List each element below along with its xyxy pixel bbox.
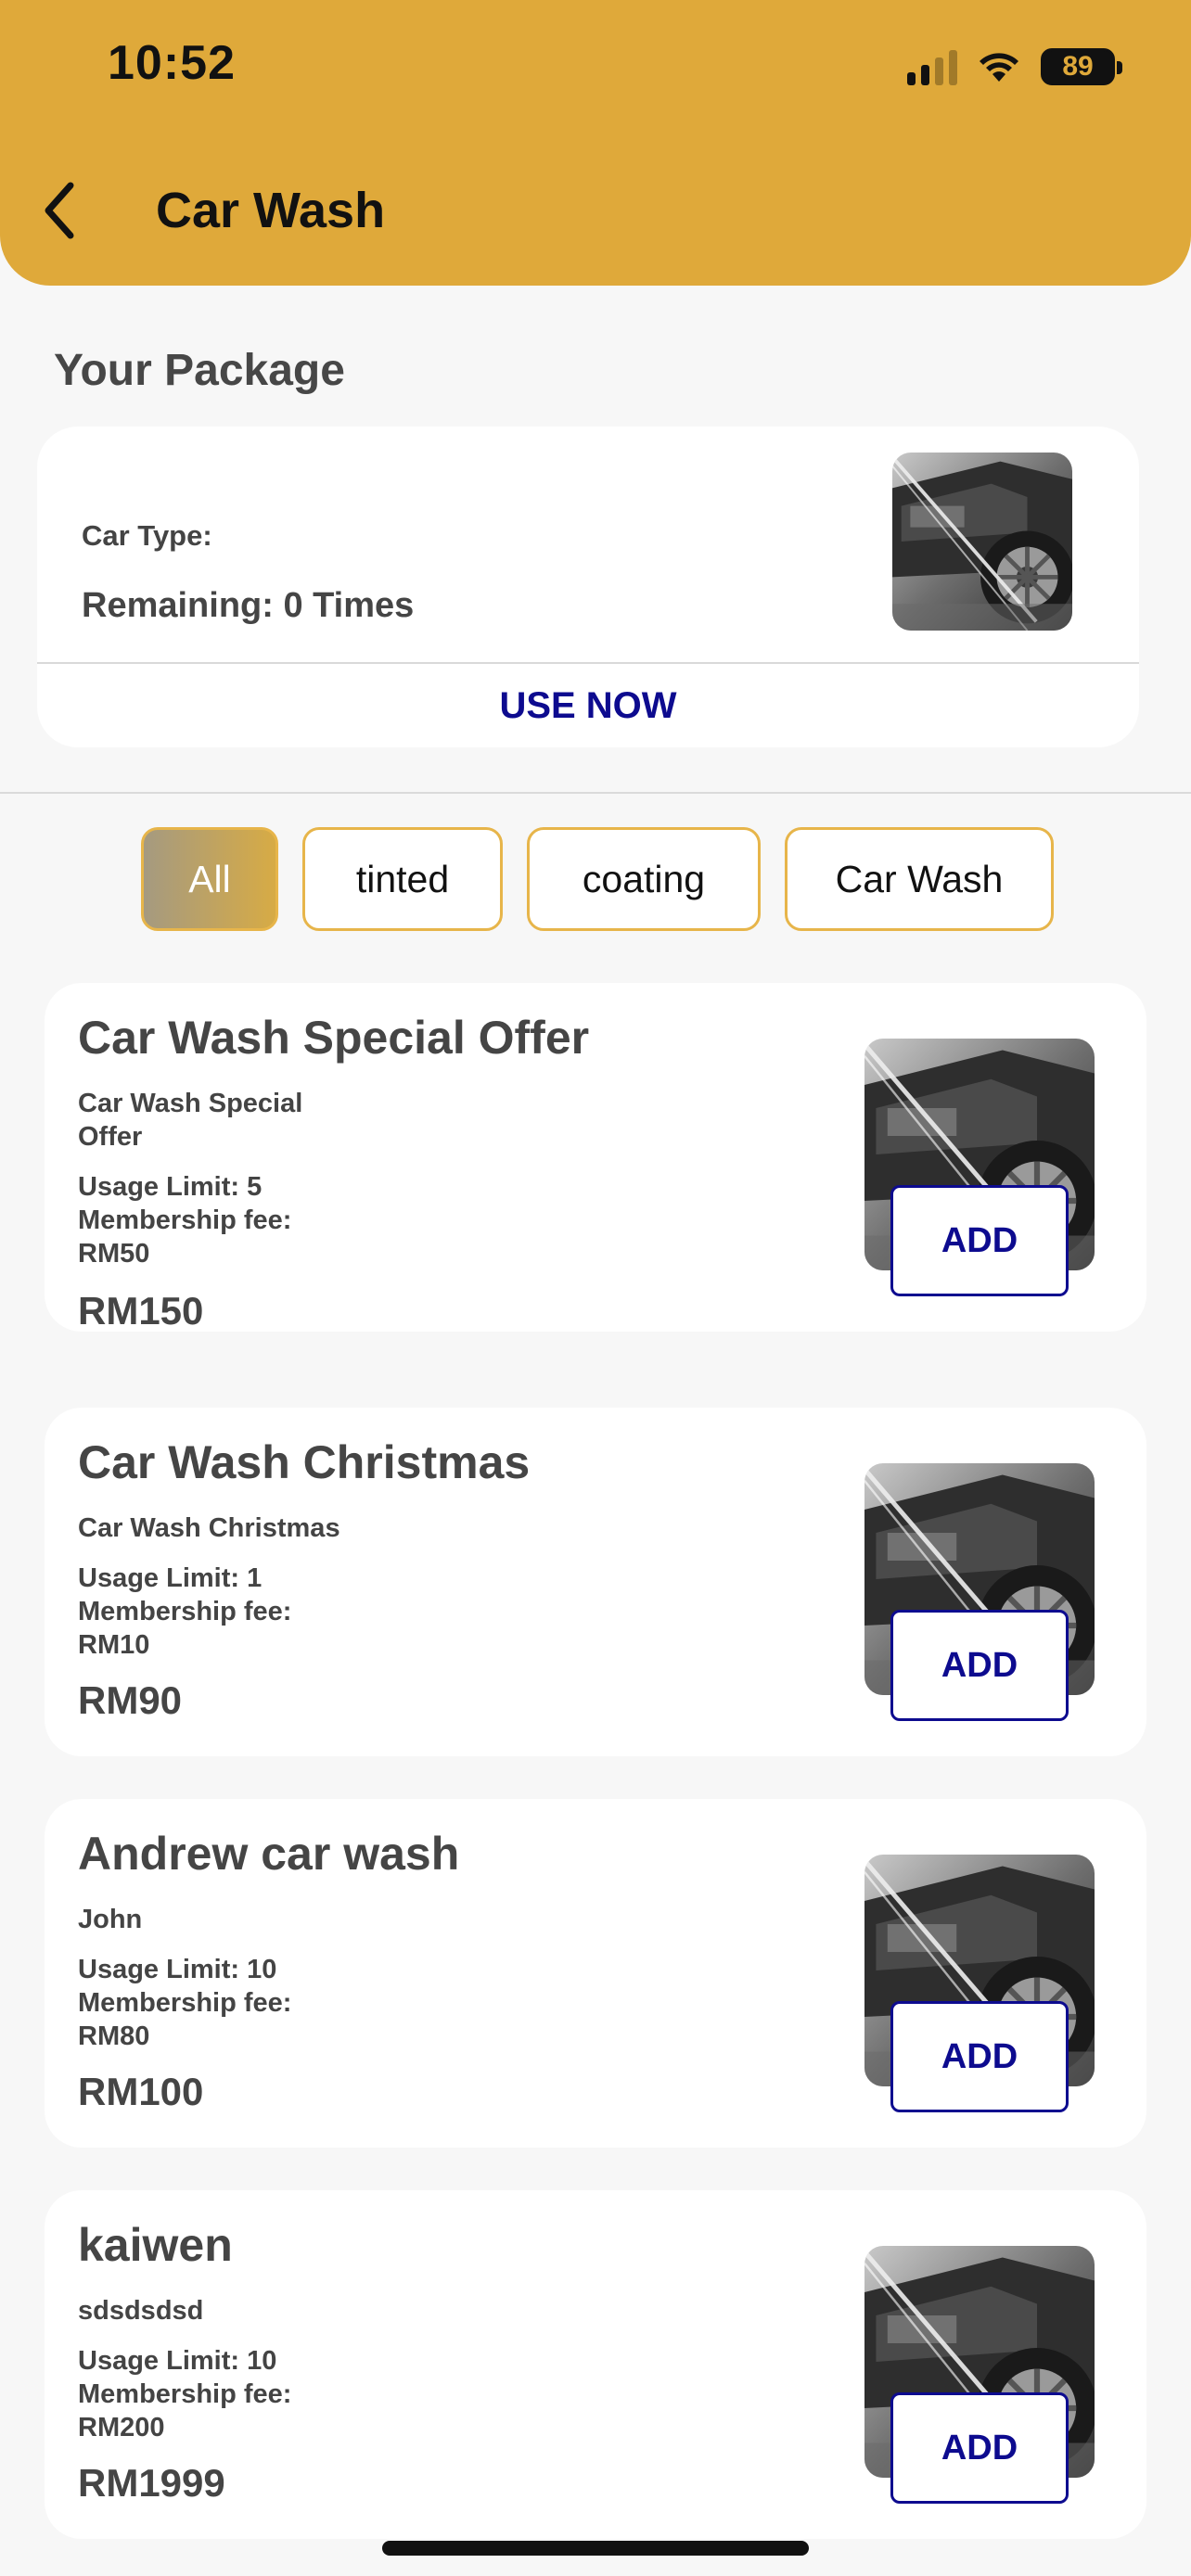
add-button[interactable]: ADD xyxy=(890,1185,1069,1296)
back-chevron-icon[interactable] xyxy=(37,178,83,243)
app-header: 10:52 89 Car Wash xyxy=(0,0,1191,286)
wifi-icon xyxy=(980,53,1018,82)
usage-limit: Usage Limit: 5 xyxy=(78,1172,263,1202)
section-divider xyxy=(0,792,1191,794)
product-title: Car Wash Special Offer xyxy=(78,1012,590,1064)
add-button[interactable]: ADD xyxy=(890,1610,1069,1721)
use-now-button[interactable]: USE NOW xyxy=(37,664,1139,747)
product-description: sdsdsdsd xyxy=(78,2296,204,2326)
product-description: John xyxy=(78,1905,143,1934)
filter-chip-tinted[interactable]: tinted xyxy=(302,827,503,931)
status-icons: 89 xyxy=(907,46,1122,87)
filter-chip-coating[interactable]: coating xyxy=(527,827,761,931)
membership-fee: Membership fee: RM200 xyxy=(78,2379,292,2442)
package-card: Car Type: Remaining: 0 Times USE NOW xyxy=(37,427,1139,747)
membership-fee: Membership fee: RM50 xyxy=(78,1205,292,1269)
product-card: Car Wash Special Offer Car Wash Special … xyxy=(45,983,1146,1333)
car-type-label: Car Type: xyxy=(82,519,212,552)
product-price: RM150 xyxy=(78,1289,204,1333)
usage-limit: Usage Limit: 1 xyxy=(78,1563,263,1593)
usage-limit: Usage Limit: 10 xyxy=(78,1955,277,1984)
product-description: Car Wash Christmas xyxy=(78,1513,340,1543)
remaining-count: Remaining: 0 Times xyxy=(82,586,415,625)
home-indicator xyxy=(382,2541,809,2556)
status-time: 10:52 xyxy=(108,36,236,90)
add-button[interactable]: ADD xyxy=(890,2392,1069,2504)
package-image xyxy=(892,453,1072,631)
page-title: Car Wash xyxy=(156,183,386,238)
your-package-heading: Your Package xyxy=(54,346,345,395)
category-filter-bar: All tinted coating Car Wash xyxy=(141,827,1054,931)
product-card: Andrew car wash John Usage Limit: 10 Mem… xyxy=(45,1799,1146,2148)
usage-limit: Usage Limit: 10 xyxy=(78,2346,277,2376)
product-price: RM100 xyxy=(78,2070,204,2113)
product-description: Car Wash Special Offer xyxy=(78,1089,303,1152)
membership-fee: Membership fee: RM10 xyxy=(78,1597,292,1660)
product-card: Car Wash Christmas Car Wash Christmas Us… xyxy=(45,1408,1146,1756)
cellular-signal-icon xyxy=(907,48,957,85)
filter-chip-car-wash[interactable]: Car Wash xyxy=(785,827,1054,931)
battery-icon: 89 xyxy=(1041,48,1122,85)
add-button[interactable]: ADD xyxy=(890,2001,1069,2112)
product-title: Andrew car wash xyxy=(78,1828,460,1880)
product-card: kaiwen sdsdsdsd Usage Limit: 10 Membersh… xyxy=(45,2190,1146,2539)
filter-chip-all[interactable]: All xyxy=(141,827,278,931)
product-price: RM1999 xyxy=(78,2461,225,2505)
product-price: RM90 xyxy=(78,1678,183,1722)
product-title: Car Wash Christmas xyxy=(78,1436,531,1488)
product-title: kaiwen xyxy=(78,2219,233,2271)
membership-fee: Membership fee: RM80 xyxy=(78,1988,292,2051)
